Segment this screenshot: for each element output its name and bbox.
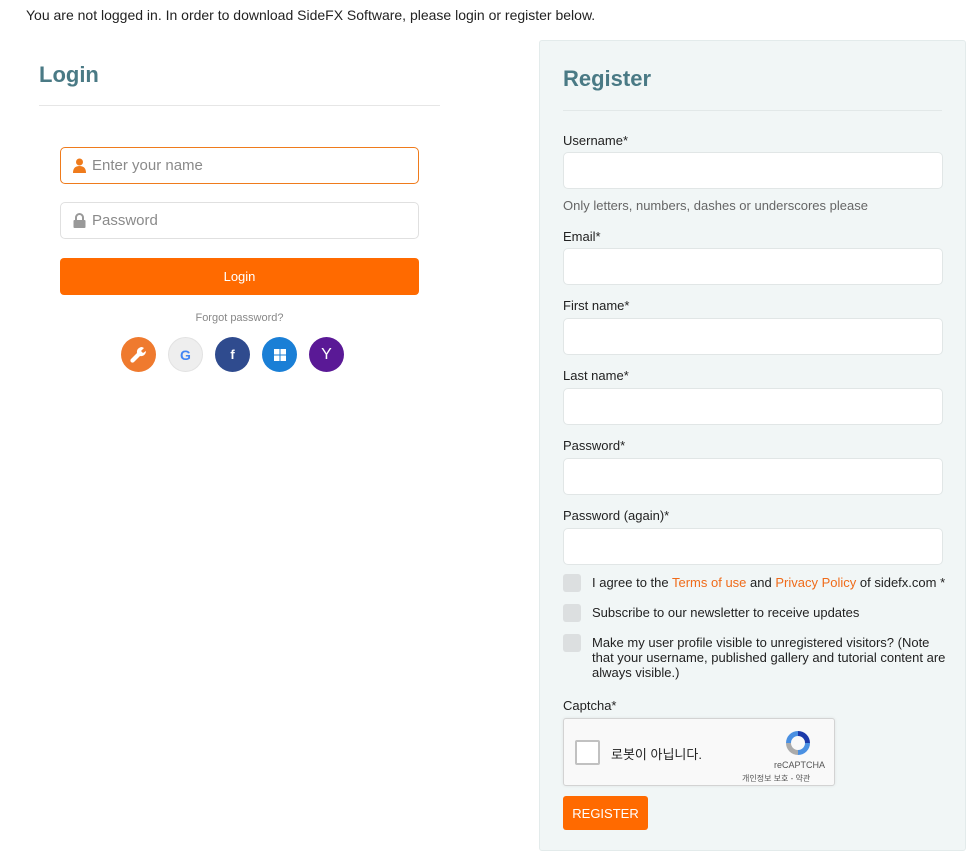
sidefx-login-icon[interactable]	[121, 337, 156, 372]
password-input[interactable]	[92, 212, 392, 229]
name-input[interactable]	[92, 157, 392, 174]
firstname-label: First name*	[563, 298, 630, 313]
register-divider	[563, 110, 942, 111]
email-label: Email*	[563, 229, 601, 244]
register-title: Register	[563, 66, 652, 91]
lastname-input[interactable]	[563, 388, 943, 425]
login-title: Login	[39, 60, 440, 106]
agree-prefix: I agree to the	[592, 575, 672, 590]
password-again-input[interactable]	[563, 528, 943, 565]
login-button[interactable]: Login	[60, 258, 419, 295]
newsletter-text: Subscribe to our newsletter to receive u…	[592, 605, 860, 620]
reg-password-label: Password*	[563, 438, 626, 453]
yahoo-letter: Y	[321, 345, 332, 363]
windows-login-icon[interactable]	[262, 337, 297, 372]
login-panel: Login Login Forgot password? G f Y	[39, 60, 440, 372]
name-field[interactable]	[60, 147, 419, 184]
profile-visible-checkbox[interactable]	[563, 634, 581, 652]
username-input[interactable]	[563, 152, 943, 189]
password-field[interactable]	[60, 202, 419, 239]
email-input[interactable]	[563, 248, 943, 285]
privacy-link[interactable]: Privacy Policy	[775, 575, 856, 590]
google-login-icon[interactable]: G	[168, 337, 203, 372]
lock-icon	[72, 213, 86, 229]
facebook-login-icon[interactable]: f	[215, 337, 250, 372]
recaptcha-terms-link[interactable]: 개인정보 보호 - 약관	[742, 773, 810, 784]
facebook-letter: f	[230, 347, 235, 362]
username-label: Username*	[563, 133, 629, 148]
username-help: Only letters, numbers, dashes or undersc…	[563, 198, 868, 213]
agree-text: I agree to the Terms of use and Privacy …	[592, 575, 952, 590]
agree-checkbox[interactable]	[563, 574, 581, 592]
agree-suffix: of sidefx.com *	[856, 575, 946, 590]
register-panel: Register Username* Only letters, numbers…	[539, 40, 966, 851]
google-letter: G	[180, 346, 191, 363]
recaptcha-text: 로봇이 아닙니다.	[611, 747, 702, 762]
register-button[interactable]: REGISTER	[563, 796, 648, 830]
user-icon	[72, 158, 86, 174]
newsletter-checkbox[interactable]	[563, 604, 581, 622]
yahoo-login-icon[interactable]: Y	[309, 337, 344, 372]
social-login-group: G f Y	[121, 337, 344, 372]
forgot-password-link[interactable]: Forgot password?	[39, 312, 440, 324]
terms-link[interactable]: Terms of use	[672, 575, 746, 590]
captcha-label: Captcha*	[563, 698, 617, 713]
login-notice: You are not logged in. In order to downl…	[26, 7, 596, 23]
password-again-label: Password (again)*	[563, 508, 670, 523]
reg-password-input[interactable]	[563, 458, 943, 495]
recaptcha-logo-icon	[783, 728, 813, 763]
lastname-label: Last name*	[563, 368, 629, 383]
recaptcha-widget: 로봇이 아닙니다. reCAPTCHA 개인정보 보호 - 약관	[563, 718, 835, 786]
recaptcha-checkbox[interactable]	[575, 740, 600, 765]
profile-visible-text: Make my user profile visible to unregist…	[592, 635, 946, 680]
agree-and: and	[746, 575, 776, 590]
recaptcha-brand: reCAPTCHA	[774, 760, 826, 770]
firstname-input[interactable]	[563, 318, 943, 355]
